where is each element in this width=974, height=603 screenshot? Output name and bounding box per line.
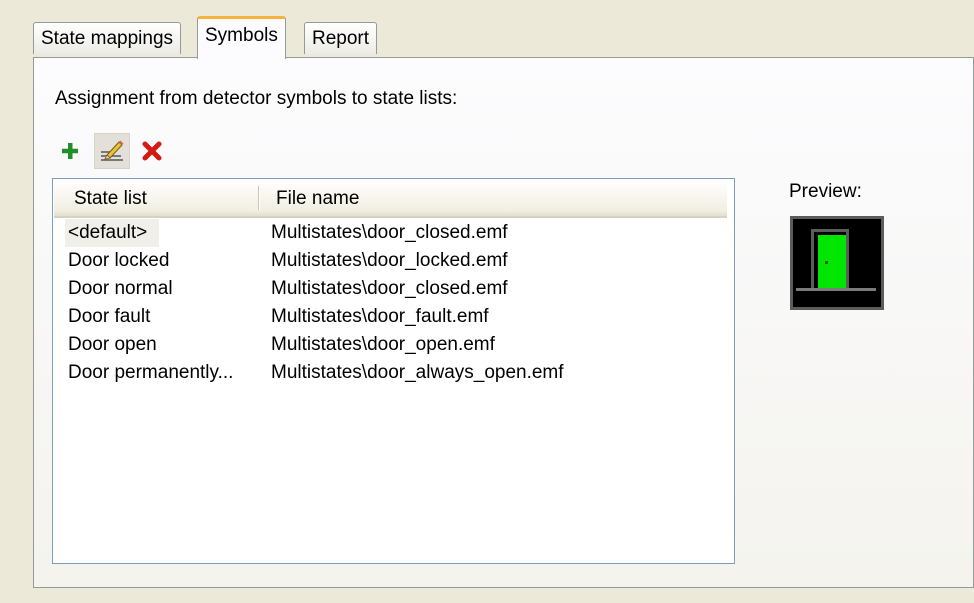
table-row[interactable]: Door permanently... Multistates\door_alw… <box>53 359 734 387</box>
preview-image <box>790 216 884 310</box>
delete-button[interactable] <box>134 133 170 169</box>
tab-report[interactable]: Report <box>304 22 378 54</box>
tab-state-mappings[interactable]: State mappings <box>33 22 182 54</box>
state-list-view[interactable]: State list File name <default> Multistat… <box>52 178 735 564</box>
table-row[interactable]: Door normal Multistates\door_closed.emf <box>53 275 734 303</box>
column-header-state-list[interactable]: State list <box>74 180 147 216</box>
table-row[interactable]: Door open Multistates\door_open.emf <box>53 331 734 359</box>
plus-icon <box>62 143 78 159</box>
table-row[interactable]: <default> Multistates\door_closed.emf <box>53 219 734 247</box>
state-list-cell: Door fault <box>68 306 151 327</box>
door-floor <box>796 288 876 291</box>
file-name-cell: Multistates\door_fault.emf <box>271 306 489 327</box>
state-list-cell: Door locked <box>68 250 170 271</box>
file-name-cell: Multistates\door_open.emf <box>271 334 495 355</box>
file-name-cell: Multistates\door_closed.emf <box>271 222 508 243</box>
state-list-cell: Door open <box>68 334 157 355</box>
state-list-cell: Door permanently... <box>68 362 234 383</box>
state-list-cell: Door normal <box>68 278 173 299</box>
list-header: State list File name <box>54 180 727 218</box>
column-divider[interactable] <box>258 186 259 210</box>
edit-button[interactable] <box>94 133 130 169</box>
symbols-tab-panel: Assignment from detector symbols to stat… <box>33 57 974 588</box>
file-name-cell: Multistates\door_always_open.emf <box>271 362 564 383</box>
tab-symbols[interactable]: Symbols <box>197 16 286 59</box>
column-header-file-name[interactable]: File name <box>276 180 359 216</box>
state-list-cell: <default> <box>65 219 160 247</box>
assignment-caption: Assignment from detector symbols to stat… <box>55 88 458 109</box>
edit-pencil-icon <box>101 140 124 161</box>
delete-x-icon <box>142 141 162 161</box>
list-rows: <default> Multistates\door_closed.emf Do… <box>53 219 734 387</box>
table-row[interactable]: Door fault Multistates\door_fault.emf <box>53 303 734 331</box>
add-button[interactable] <box>52 133 88 169</box>
table-row[interactable]: Door locked Multistates\door_locked.emf <box>53 247 734 275</box>
file-name-cell: Multistates\door_locked.emf <box>271 250 508 271</box>
file-name-cell: Multistates\door_closed.emf <box>271 278 508 299</box>
door-leaf <box>818 235 846 289</box>
door-knob <box>825 261 828 264</box>
preview-label: Preview: <box>789 181 862 202</box>
